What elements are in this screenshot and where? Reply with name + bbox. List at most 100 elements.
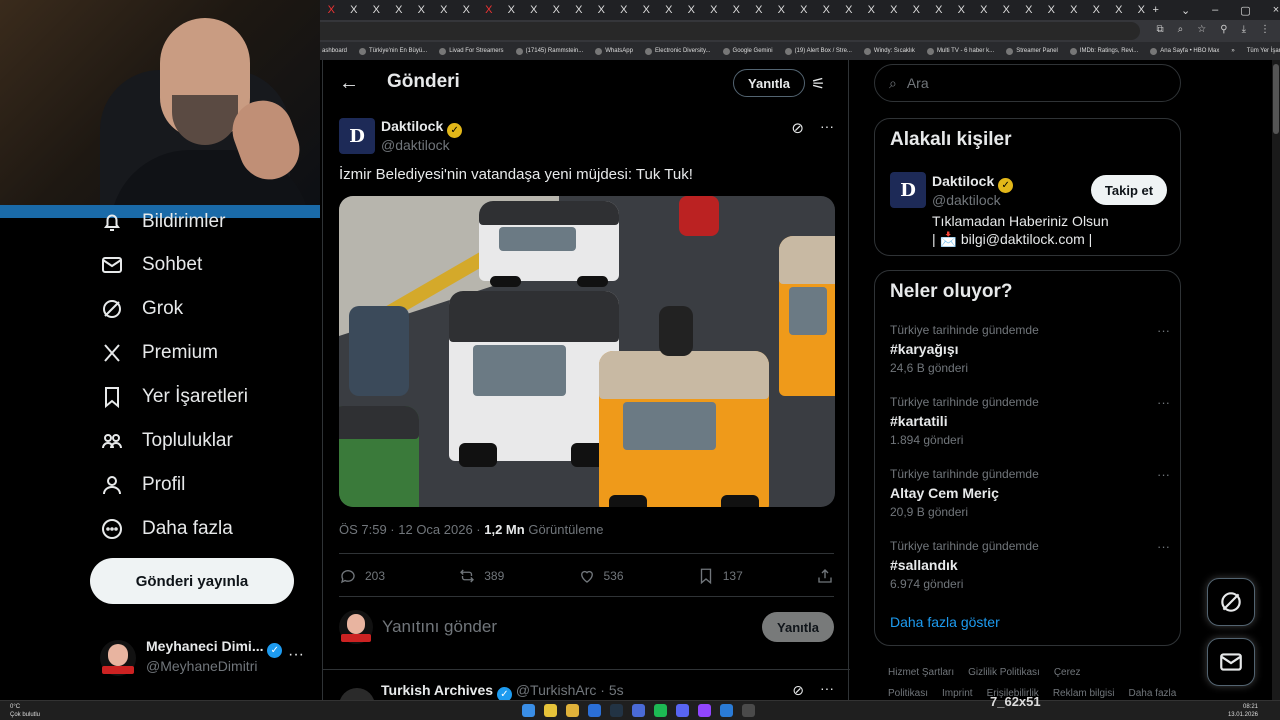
browser-tab[interactable]: X	[1040, 4, 1063, 16]
follow-button[interactable]: Takip et	[1091, 175, 1167, 205]
tweet-image[interactable]	[339, 196, 835, 507]
sidebar-item-grok[interactable]: Grok	[100, 293, 183, 325]
reply-submit-button[interactable]: Yanıtla	[762, 612, 834, 642]
browser-tab[interactable]: X	[995, 4, 1018, 16]
bookmark-item[interactable]: IMDb: Ratings, Revi...	[1069, 47, 1138, 55]
share-action[interactable]	[816, 567, 834, 585]
more-icon[interactable]: ···	[820, 680, 834, 696]
sidebar-item-topluluklar[interactable]: Topluluklar	[100, 425, 233, 457]
browser-tab[interactable]: X	[815, 4, 838, 16]
discord-icon[interactable]	[676, 704, 689, 717]
like-action[interactable]: 536	[578, 567, 624, 585]
repost-action[interactable]: 389	[458, 567, 504, 585]
related-handle[interactable]: @daktilock	[932, 192, 1001, 208]
search-input[interactable]: ⌕ Ara	[874, 64, 1181, 102]
extensions-icon[interactable]: ⚲	[1220, 24, 1227, 35]
bookmark-item[interactable]: Windy: Sıcaklık	[863, 47, 915, 55]
show-more-link[interactable]: Daha fazla göster	[890, 614, 1000, 630]
page-scrollbar[interactable]	[1272, 60, 1280, 700]
zoom-icon[interactable]: ⌕	[1178, 24, 1184, 35]
author-name[interactable]: Turkish Archives ✓ @TurkishArc · 5s	[381, 682, 624, 700]
all-bookmarks-button[interactable]: Tüm Yer İşaretleri	[1247, 48, 1280, 54]
bookmark-item[interactable]: (17145) Rammstein...	[515, 47, 583, 55]
browser-tab[interactable]: X	[838, 4, 861, 16]
footer-link[interactable]: Imprint	[942, 688, 973, 699]
bookmark-item[interactable]: Electronic Diversity...	[644, 47, 711, 55]
window-control-button[interactable]: ▢	[1240, 4, 1250, 17]
bookmark-item[interactable]: WhatsApp	[595, 47, 633, 55]
browser-tab[interactable]: X	[1108, 4, 1131, 16]
browser-tab[interactable]: X	[568, 4, 591, 16]
bookmark-item[interactable]: Streamer Panel	[1006, 47, 1058, 55]
author-handle[interactable]: @daktilock	[381, 137, 450, 153]
menu-icon[interactable]: ⋮	[1260, 24, 1270, 35]
tweet-timestamp[interactable]: ÖS 7:59 · 12 Oca 2026 ·	[339, 522, 484, 537]
browser-tab[interactable]: X	[365, 4, 388, 16]
next-tweet[interactable]: Turkish Archives ✓ @TurkishArc · 5s ⊘ ··…	[339, 680, 834, 700]
browser-tab[interactable]: X	[590, 4, 613, 16]
back-arrow-icon[interactable]: ←	[339, 72, 359, 95]
cast-icon[interactable]: ⧉	[1157, 24, 1164, 35]
more-icon[interactable]: ···	[1157, 323, 1170, 338]
folder-icon[interactable]	[566, 704, 579, 717]
reply-input[interactable]: Yanıtını gönder	[382, 617, 497, 637]
browser-tab[interactable]: X	[1130, 4, 1153, 16]
related-name[interactable]: Daktilock ✓	[932, 173, 1014, 193]
post-button[interactable]: Gönderi yayınla	[90, 558, 294, 604]
grok-icon[interactable]: ⊘	[791, 119, 804, 137]
grok-floating-button[interactable]	[1207, 578, 1255, 626]
url-field[interactable]	[320, 22, 1140, 40]
reply-sort-button[interactable]: Yanıtla	[733, 69, 805, 97]
browser-tab[interactable]: X	[500, 4, 523, 16]
system-clock[interactable]: 08:21 13.01.2026	[1228, 703, 1258, 719]
browser-tab[interactable]: X	[613, 4, 636, 16]
trend-item[interactable]: Türkiye tarihinde gündemde #karyağışı 24,6…	[890, 323, 1170, 375]
messages-floating-button[interactable]	[1207, 638, 1255, 686]
browser-tab[interactable]: X	[793, 4, 816, 16]
bookmark-item[interactable]: ashboard	[322, 48, 347, 54]
app-icon[interactable]	[632, 704, 645, 717]
sidebar-item-premium[interactable]: Premium	[100, 337, 218, 369]
window-control-button[interactable]: –	[1212, 4, 1218, 17]
grok-icon[interactable]: ⊘	[792, 682, 804, 699]
twitch-icon[interactable]	[698, 704, 711, 717]
sidebar-item-profil[interactable]: Profil	[100, 469, 185, 501]
bookmark-item[interactable]: Türkiye'nin En Büyü...	[359, 47, 427, 55]
spotify-icon[interactable]	[654, 704, 667, 717]
bookmark-item[interactable]: Ana Sayfa • HBO Max	[1150, 47, 1219, 55]
related-avatar[interactable]: D	[890, 172, 926, 208]
start-icon[interactable]	[522, 704, 535, 717]
reply-action[interactable]: 203	[339, 567, 385, 585]
browser-tab[interactable]: X	[523, 4, 546, 16]
steam-icon[interactable]	[610, 704, 623, 717]
app-icon[interactable]	[720, 704, 733, 717]
browser-tab[interactable]: X	[455, 4, 478, 16]
browser-tab[interactable]: X	[905, 4, 928, 16]
more-icon[interactable]: ···	[288, 646, 304, 664]
browser-address-bar[interactable]: ⧉ ⌕ ☆ ⚲ ⤓ ⋮	[320, 20, 1280, 42]
bookmarks-overflow-button[interactable]: »	[1231, 48, 1234, 54]
trend-item[interactable]: Türkiye tarihinde gündemde #kartatili 1.89…	[890, 395, 1170, 447]
browser-tab[interactable]: X	[928, 4, 951, 16]
footer-link[interactable]: Reklam bilgisi	[1053, 688, 1115, 699]
trend-item[interactable]: Türkiye tarihinde gündemde #sallandık 6.97…	[890, 539, 1170, 591]
author-avatar[interactable]	[339, 688, 375, 700]
browser-tab[interactable]: X	[950, 4, 973, 16]
browser-tab[interactable]: X	[1085, 4, 1108, 16]
window-control-button[interactable]: +	[1153, 4, 1159, 17]
bookmark-action[interactable]: 137	[697, 567, 743, 585]
browser-tab[interactable]: X	[703, 4, 726, 16]
browser-tab[interactable]: X	[410, 4, 433, 16]
account-switcher[interactable]: Meyhaneci Dimi... ✓ @MeyhaneDimitri ···	[100, 636, 314, 680]
browser-tab[interactable]: X	[545, 4, 568, 16]
download-icon[interactable]: ⤓	[1242, 24, 1246, 35]
footer-link[interactable]: Gizlilik Politikası	[968, 667, 1040, 678]
weather-widget[interactable]: 0°C Çok bulutlu	[10, 703, 40, 719]
footer-link[interactable]: Hizmet Şartları	[888, 667, 954, 678]
author-name[interactable]: Daktilock ✓	[381, 118, 463, 138]
browser-tab[interactable]: X	[860, 4, 883, 16]
browser-tab[interactable]: X	[388, 4, 411, 16]
bookmark-item[interactable]: (19) Alert Box / Stre...	[784, 47, 852, 55]
browser-tab[interactable]: X	[343, 4, 366, 16]
chrome-icon[interactable]	[544, 704, 557, 717]
